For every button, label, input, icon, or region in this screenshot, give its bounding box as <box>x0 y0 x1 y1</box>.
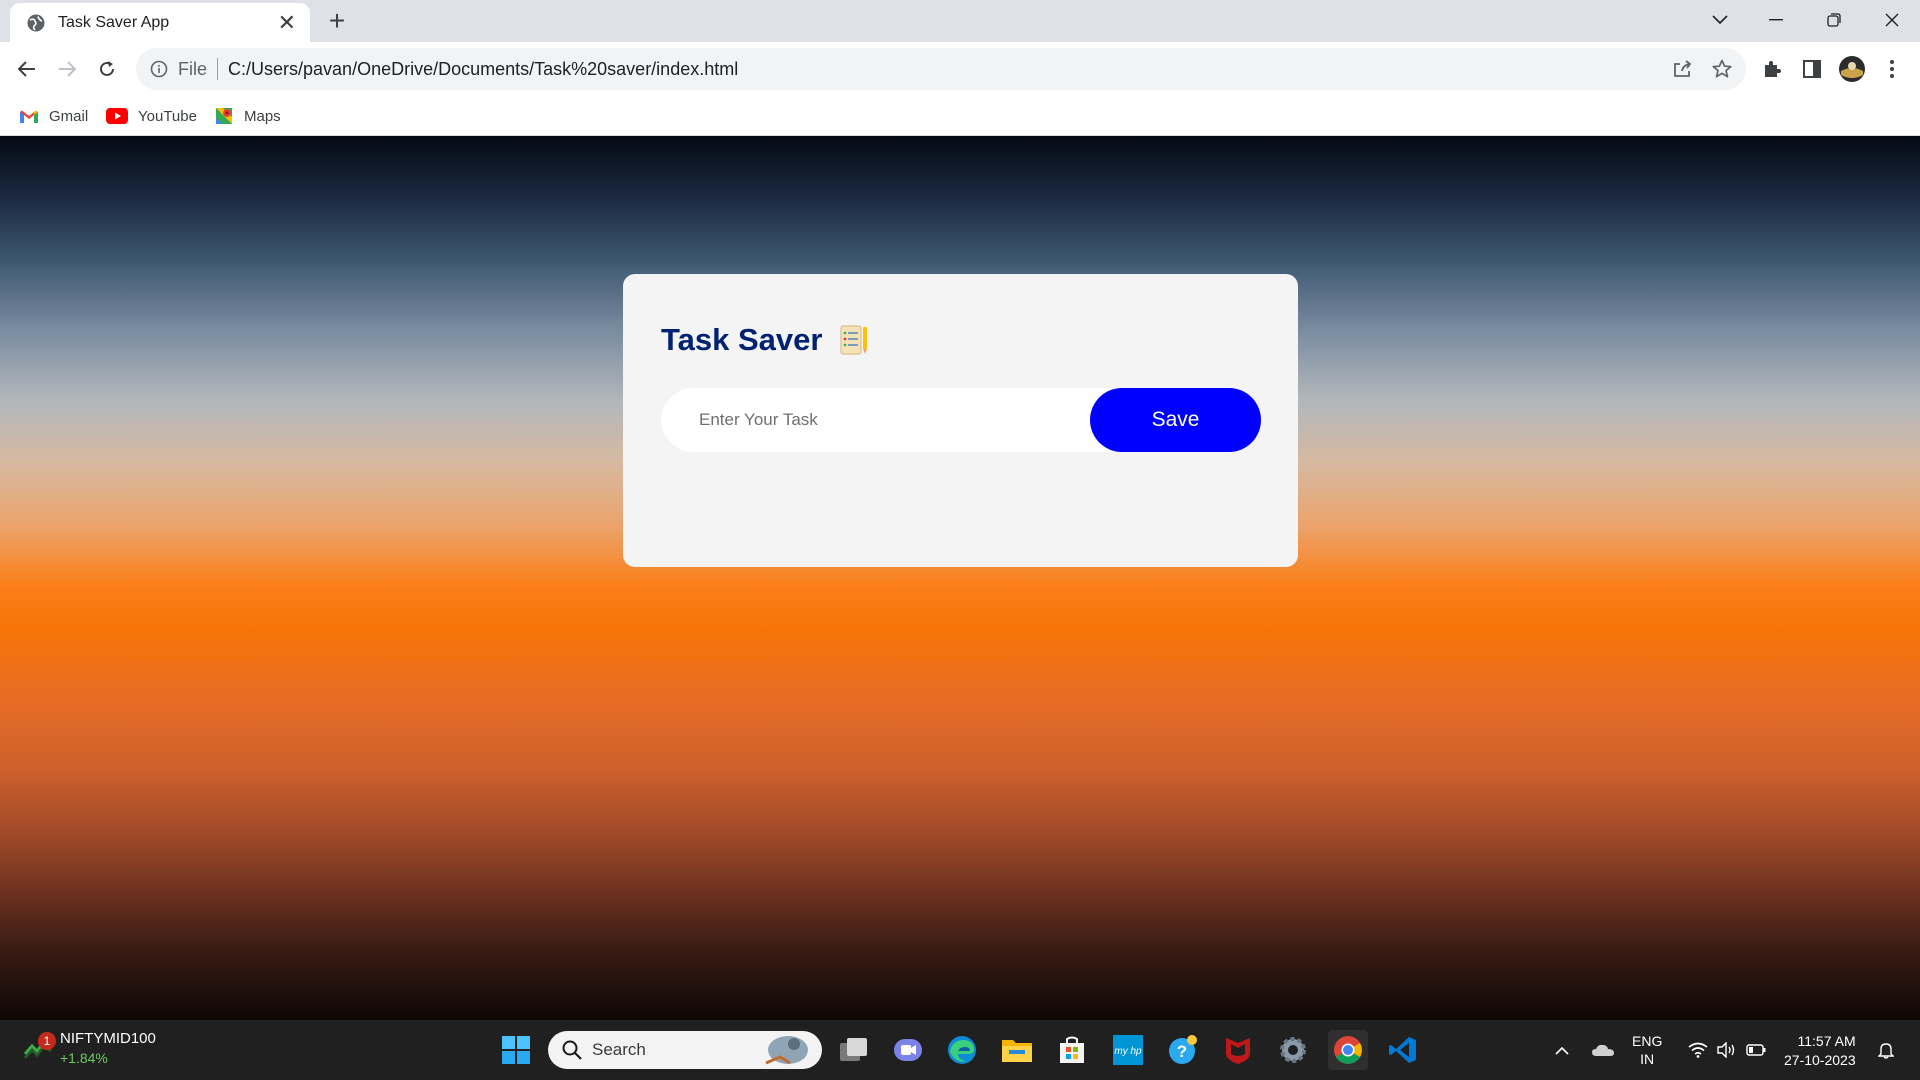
stock-widget[interactable]: 1 NIFTYMID100 +1.84% <box>24 1030 156 1066</box>
browser-toolbar: File C:/Users/pavan/OneDrive/Documents/T… <box>0 42 1920 96</box>
myhp-icon[interactable]: my hp <box>1108 1030 1148 1070</box>
maps-icon <box>214 106 234 126</box>
search-highlight-icon <box>765 1036 808 1065</box>
language-code: ENG <box>1632 1033 1663 1049</box>
battery-icon[interactable] <box>1744 1020 1768 1080</box>
close-window-icon[interactable] <box>1864 0 1920 40</box>
tab-search-icon[interactable] <box>1692 0 1748 40</box>
bookmark-label: Maps <box>244 107 281 125</box>
bookmark-youtube[interactable]: YouTube <box>106 104 197 128</box>
url-text[interactable]: C:/Users/pavan/OneDrive/Documents/Task%2… <box>228 59 738 80</box>
bookmark-star-icon[interactable] <box>1705 52 1739 86</box>
divider <box>217 58 219 80</box>
app-title: Task Saver <box>661 322 823 357</box>
new-tab-button[interactable]: + <box>322 6 352 36</box>
back-button[interactable] <box>10 52 44 86</box>
taskbar-search[interactable]: Search <box>548 1031 822 1069</box>
tab-task-saver[interactable]: Task Saver App ✕ <box>10 3 310 42</box>
search-icon <box>562 1040 582 1060</box>
forward-button[interactable] <box>50 52 84 86</box>
notification-bell-icon[interactable] <box>1874 1020 1898 1080</box>
reload-icon <box>100 61 114 76</box>
stock-chart-icon: 1 <box>24 1032 56 1060</box>
task-input[interactable] <box>661 388 1101 452</box>
clock-date: 27-10-2023 <box>1784 1052 1856 1068</box>
bookmark-label: Gmail <box>49 107 89 125</box>
arrow-left-icon <box>18 61 35 77</box>
notepad-icon <box>840 325 868 355</box>
arrow-right-icon <box>59 61 76 77</box>
gmail-icon <box>19 109 39 124</box>
tab-strip: Task Saver App ✕ + <box>0 0 1920 42</box>
side-panel-icon[interactable] <box>1795 52 1829 86</box>
input-language[interactable]: ENG IN <box>1632 1032 1662 1068</box>
address-bar[interactable]: File C:/Users/pavan/OneDrive/Documents/T… <box>136 48 1746 90</box>
onedrive-cloud-icon[interactable] <box>1590 1020 1616 1080</box>
restore-icon[interactable] <box>1806 0 1862 40</box>
svg-text:?: ? <box>1177 1042 1187 1061</box>
microsoft-store-icon[interactable] <box>1052 1030 1092 1070</box>
clock-time: 11:57 AM <box>1797 1033 1856 1049</box>
settings-gear-icon[interactable] <box>1273 1030 1313 1070</box>
stock-name: NIFTYMID100 <box>60 1030 156 1047</box>
menu-kebab-icon[interactable] <box>1875 52 1909 86</box>
mcafee-icon[interactable] <box>1218 1030 1258 1070</box>
page-background: Task Saver Save <box>0 136 1920 1020</box>
save-button[interactable]: Save <box>1090 388 1261 452</box>
extensions-icon[interactable] <box>1755 52 1789 86</box>
task-input-row: Save <box>661 388 1261 452</box>
bookmark-maps[interactable]: Maps <box>214 104 281 128</box>
system-clock[interactable]: 11:57 AM 27-10-2023 <box>1784 1032 1856 1070</box>
wifi-icon[interactable] <box>1686 1020 1710 1080</box>
show-hidden-icons-chevron-icon[interactable] <box>1550 1020 1574 1080</box>
taskbar: 1 NIFTYMID100 +1.84% Search my hp ? ENG … <box>0 1020 1920 1080</box>
notification-badge: 1 <box>38 1032 56 1050</box>
bookmarks-bar: Gmail YouTube Maps <box>0 96 1920 136</box>
teams-chat-icon[interactable] <box>888 1030 928 1070</box>
edge-browser-icon[interactable] <box>942 1030 982 1070</box>
svg-text:my hp: my hp <box>1114 1046 1142 1057</box>
bookmark-label: YouTube <box>138 107 197 125</box>
share-icon[interactable] <box>1665 52 1699 86</box>
vscode-icon[interactable] <box>1383 1030 1423 1070</box>
tab-title: Task Saver App <box>58 13 170 31</box>
task-saver-card: Task Saver Save <box>623 274 1298 567</box>
app-heading: Task Saver <box>661 322 1260 358</box>
windows-start-icon[interactable] <box>496 1030 536 1070</box>
file-explorer-icon[interactable] <box>997 1030 1037 1070</box>
task-view-icon[interactable] <box>834 1030 874 1070</box>
volume-icon[interactable] <box>1714 1020 1738 1080</box>
chrome-icon[interactable] <box>1328 1030 1368 1070</box>
close-tab-icon[interactable]: ✕ <box>278 11 296 34</box>
get-help-icon[interactable]: ? <box>1163 1030 1203 1070</box>
bookmark-gmail[interactable]: Gmail <box>19 104 88 128</box>
profile-avatar[interactable] <box>1835 52 1869 86</box>
youtube-icon <box>106 108 128 124</box>
info-icon <box>150 60 168 78</box>
search-label: Search <box>592 1040 646 1059</box>
minimize-icon[interactable] <box>1748 0 1804 40</box>
reload-button[interactable] <box>90 52 124 86</box>
stock-change: +1.84% <box>60 1050 108 1066</box>
globe-icon <box>27 14 45 31</box>
scheme-label: File <box>178 58 208 79</box>
region-code: IN <box>1640 1051 1655 1067</box>
